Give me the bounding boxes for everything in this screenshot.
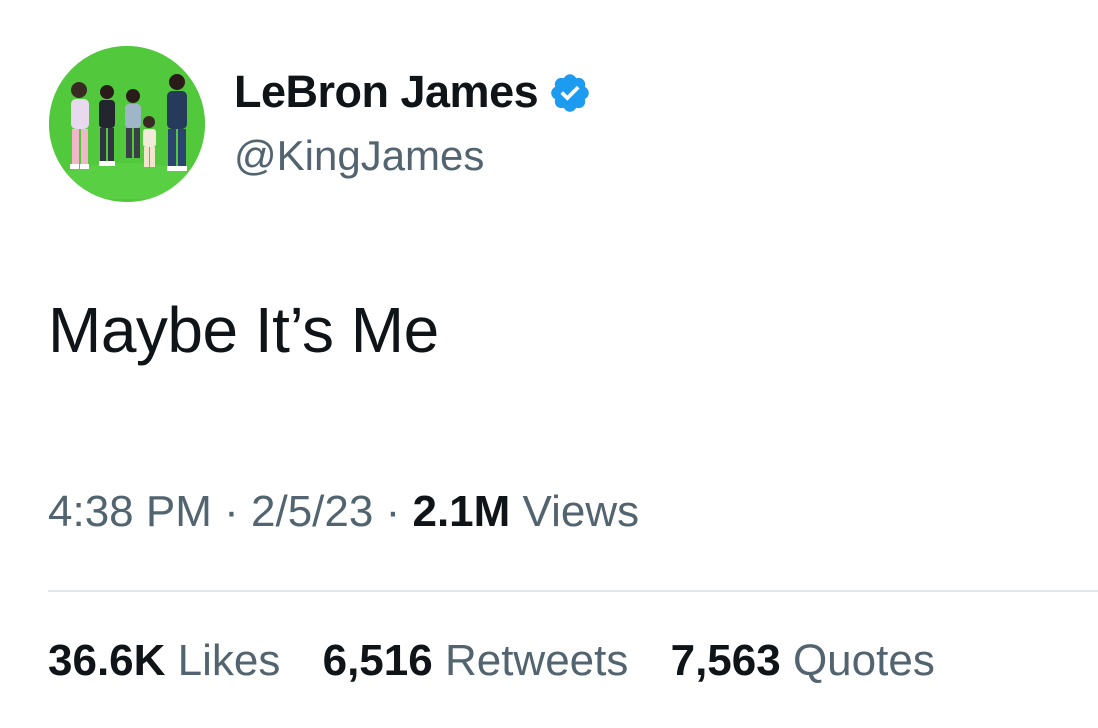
tweet-date[interactable]: 2/5/23 xyxy=(251,487,373,536)
quotes-count: 7,563 xyxy=(670,636,781,685)
quotes-label: Quotes xyxy=(792,636,935,685)
avatar-image xyxy=(49,46,205,202)
meta-separator: · xyxy=(385,487,401,536)
retweets-label: Retweets xyxy=(444,636,629,685)
avatar[interactable] xyxy=(49,46,205,202)
tweet-time[interactable]: 4:38 PM xyxy=(48,487,212,536)
views-label: Views xyxy=(522,487,640,536)
quotes-stat[interactable]: 7,563 Quotes xyxy=(671,633,935,689)
likes-stat[interactable]: 36.6K Likes xyxy=(48,633,280,689)
tweet-text: Maybe It’s Me xyxy=(48,294,439,366)
author-handle[interactable]: @KingJames xyxy=(234,128,484,184)
verified-badge-icon[interactable] xyxy=(548,70,592,114)
meta-separator: · xyxy=(224,487,239,536)
engagement-stats: 36.6K Likes 6,516 Retweets 7,563 Quotes xyxy=(48,633,965,689)
tweet-meta: 4:38 PM · 2/5/23 · 2.1M Views xyxy=(48,484,639,540)
views-count: 2.1M xyxy=(412,487,511,536)
author-display-name[interactable]: LeBron James xyxy=(234,62,539,122)
author-name-row[interactable]: LeBron James xyxy=(234,62,592,122)
tweet-card: LeBron James @KingJames Maybe It’s Me 4:… xyxy=(0,0,1098,728)
retweets-count: 6,516 xyxy=(322,636,433,685)
likes-count: 36.6K xyxy=(48,636,166,685)
likes-label: Likes xyxy=(177,636,281,685)
retweets-stat[interactable]: 6,516 Retweets xyxy=(323,633,629,689)
divider xyxy=(48,590,1098,592)
